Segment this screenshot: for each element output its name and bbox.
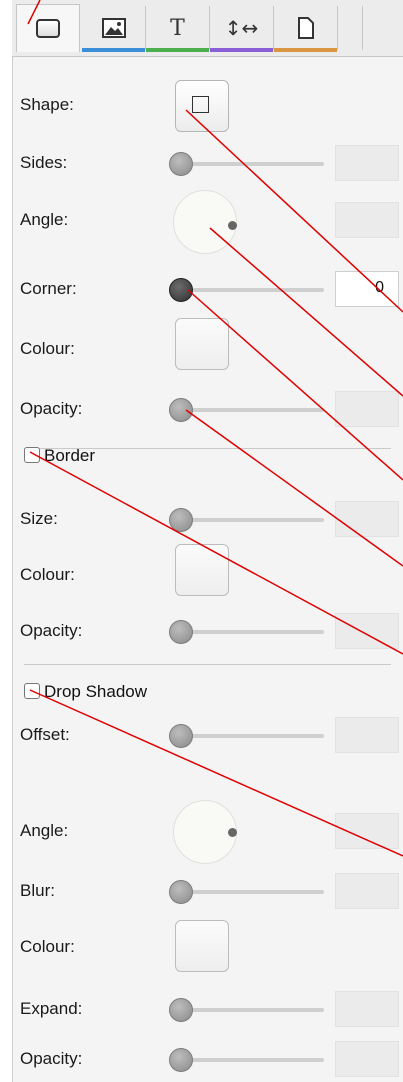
- shadow-angle-value-field[interactable]: [335, 813, 399, 849]
- shadow-blur-row: Blur:: [12, 872, 403, 912]
- page-icon: [297, 17, 314, 39]
- shadow-angle-label: Angle:: [20, 821, 69, 840]
- corner-slider-handle[interactable]: [169, 278, 193, 302]
- border-opacity-value-field[interactable]: [335, 613, 399, 649]
- border-size-row: Size:: [12, 500, 403, 540]
- shadow-blur-label: Blur:: [20, 881, 55, 900]
- opacity-row: Opacity:: [12, 390, 403, 430]
- tab-page-underline: [274, 48, 337, 52]
- corner-slider-track[interactable]: [174, 288, 324, 292]
- shadow-expand-slider-track[interactable]: [174, 1008, 324, 1012]
- drop-shadow-title: Drop Shadow: [44, 682, 148, 701]
- shadow-colour-label: Colour:: [20, 937, 75, 956]
- shadow-blur-slider-handle[interactable]: [169, 880, 193, 904]
- shadow-expand-row: Expand:: [12, 990, 403, 1030]
- opacity-value-field[interactable]: [335, 391, 399, 427]
- opacity-slider-handle[interactable]: [169, 398, 193, 422]
- border-colour-label: Colour:: [20, 565, 75, 584]
- border-checkbox[interactable]: [24, 447, 40, 463]
- text-icon: T: [170, 15, 185, 41]
- shadow-blur-value-field[interactable]: [335, 873, 399, 909]
- shadow-angle-dial-indicator[interactable]: [228, 828, 237, 837]
- shape-label: Shape:: [20, 95, 74, 114]
- shadow-opacity-row: Opacity:: [12, 1040, 403, 1080]
- sides-value-field[interactable]: [335, 145, 399, 181]
- corner-label: Corner:: [20, 279, 77, 298]
- rounded-square-icon: [36, 19, 60, 38]
- tab-bar-spacer: [362, 6, 403, 50]
- resize-arrows-icon: ↕↔: [224, 16, 259, 40]
- border-size-slider-handle[interactable]: [169, 508, 193, 532]
- corner-row: Corner: 0: [12, 270, 403, 310]
- shadow-opacity-slider-handle[interactable]: [169, 1048, 193, 1072]
- angle-value-field[interactable]: [335, 202, 399, 238]
- colour-label: Colour:: [20, 339, 75, 358]
- shadow-offset-slider-handle[interactable]: [169, 724, 193, 748]
- sides-label: Sides:: [20, 153, 68, 172]
- tab-shape[interactable]: [16, 4, 80, 52]
- shadow-offset-label: Offset:: [20, 725, 70, 744]
- tab-bar: T ↕↔: [12, 0, 403, 57]
- drop-shadow-checkbox[interactable]: [24, 683, 40, 699]
- border-size-value-field[interactable]: [335, 501, 399, 537]
- sides-row: Sides:: [12, 144, 403, 184]
- border-title: Border: [44, 446, 96, 465]
- shadow-offset-slider-track[interactable]: [174, 734, 324, 738]
- angle-dial[interactable]: [173, 190, 237, 254]
- section-divider: [24, 664, 391, 665]
- border-opacity-row: Opacity:: [12, 612, 403, 652]
- opacity-slider-track[interactable]: [174, 408, 324, 412]
- tab-size[interactable]: ↕↔: [210, 6, 274, 52]
- opacity-label: Opacity:: [20, 399, 83, 418]
- tab-image[interactable]: [82, 6, 146, 52]
- angle-dial-indicator[interactable]: [228, 221, 237, 230]
- image-icon: [101, 18, 126, 38]
- square-shape-icon: [192, 96, 209, 113]
- tab-text[interactable]: T: [146, 6, 210, 52]
- properties-panel: T ↕↔ Shape: Sides: Angle: Corner: 0 Colo…: [12, 0, 403, 1082]
- shadow-expand-slider-handle[interactable]: [169, 998, 193, 1022]
- border-size-label: Size:: [20, 509, 58, 528]
- border-opacity-label: Opacity:: [20, 621, 83, 640]
- tab-text-underline: [146, 48, 209, 52]
- tab-size-underline: [210, 48, 273, 52]
- border-opacity-slider-handle[interactable]: [169, 620, 193, 644]
- corner-value-field[interactable]: 0: [335, 271, 399, 307]
- sides-slider-track[interactable]: [174, 162, 324, 166]
- border-colour-swatch[interactable]: [175, 544, 229, 596]
- angle-label: Angle:: [20, 210, 69, 229]
- shadow-colour-swatch[interactable]: [175, 920, 229, 972]
- shadow-opacity-slider-track[interactable]: [174, 1058, 324, 1062]
- shadow-angle-dial[interactable]: [173, 800, 237, 864]
- shadow-expand-value-field[interactable]: [335, 991, 399, 1027]
- shadow-offset-value-field[interactable]: [335, 717, 399, 753]
- shadow-blur-slider-track[interactable]: [174, 890, 324, 894]
- tab-image-underline: [82, 48, 145, 52]
- shadow-opacity-label: Opacity:: [20, 1049, 83, 1068]
- shape-picker-button[interactable]: [175, 80, 229, 132]
- shadow-opacity-value-field[interactable]: [335, 1041, 399, 1077]
- tab-page[interactable]: [274, 6, 338, 52]
- shadow-offset-row: Offset:: [12, 716, 403, 756]
- sides-slider-handle[interactable]: [169, 152, 193, 176]
- border-size-slider-track[interactable]: [174, 518, 324, 522]
- fill-colour-swatch[interactable]: [175, 318, 229, 370]
- shadow-expand-label: Expand:: [20, 999, 83, 1018]
- border-opacity-slider-track[interactable]: [174, 630, 324, 634]
